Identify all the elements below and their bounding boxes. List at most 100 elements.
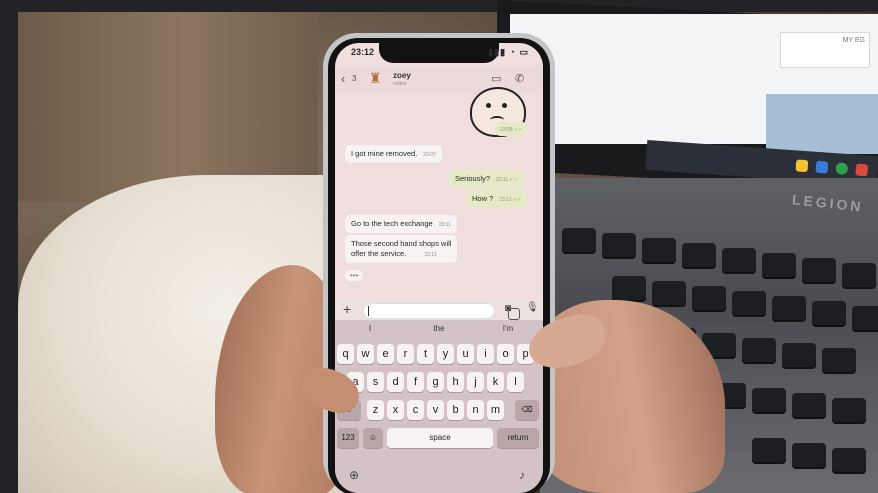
- key-y[interactable]: y: [437, 344, 454, 364]
- key-j[interactable]: j: [467, 372, 484, 392]
- return-key[interactable]: return: [497, 428, 539, 448]
- unread-count[interactable]: 3: [352, 74, 356, 83]
- laptop-key: [762, 253, 796, 279]
- laptop-key: [732, 291, 766, 317]
- background-wall: [18, 12, 318, 202]
- message-input[interactable]: [363, 303, 520, 320]
- laptop-key: [642, 238, 676, 264]
- laptop-key: [742, 338, 776, 364]
- laptop-key: [752, 388, 786, 414]
- key-m[interactable]: m: [487, 400, 504, 420]
- message-time: 23:07: [423, 152, 436, 158]
- phone-notch: [379, 43, 499, 63]
- message-bubble[interactable]: Those second hand shops will offer the s…: [345, 235, 458, 264]
- message-text: Seriously?: [455, 174, 491, 183]
- dictation-mic-icon[interactable]: ♪: [519, 468, 525, 482]
- attach-plus-icon[interactable]: +: [343, 301, 351, 317]
- laptop-key: [802, 258, 836, 284]
- contact-name[interactable]: zoey: [393, 71, 411, 80]
- key-l[interactable]: l: [507, 372, 524, 392]
- message-time: 23:08 ✓✓: [500, 127, 523, 133]
- message-composer: + ◙ 🎙︎: [335, 300, 543, 320]
- video-call-icon[interactable]: ▭: [491, 72, 501, 85]
- key-x[interactable]: x: [387, 400, 404, 420]
- phone-call-icon[interactable]: ✆: [515, 72, 524, 85]
- laptop-key: [812, 301, 846, 327]
- key-n[interactable]: n: [467, 400, 484, 420]
- laptop-key: [842, 263, 876, 289]
- laptop-key: [652, 281, 686, 307]
- laptop-key: [682, 243, 716, 269]
- message-bubble[interactable]: Seriously? 23:11 ✓✓: [449, 170, 524, 189]
- taskbar-app-icon: [855, 163, 869, 177]
- status-time: 23:12: [351, 47, 375, 57]
- laptop-key: [752, 438, 786, 464]
- laptop-key: [782, 343, 816, 369]
- microphone-icon[interactable]: 🎙︎: [526, 302, 539, 313]
- message-time: 23:11 ✓✓: [496, 177, 518, 183]
- taskbar-app-icon: [795, 159, 809, 173]
- photo-scene: MY EG LEGION 23:12 ▮▮▮ ◔ ▭ ‹ 3 ♜ zoey on…: [0, 0, 878, 493]
- message-bubble[interactable]: I got mine removed. 23:07: [345, 145, 442, 164]
- key-o[interactable]: o: [497, 344, 514, 364]
- message-time: 23:11 ✓✓: [499, 197, 522, 203]
- key-r[interactable]: r: [397, 344, 414, 364]
- taskbar-app-icon: [815, 160, 829, 174]
- laptop-key: [562, 228, 596, 254]
- laptop-field: MY EG: [780, 32, 870, 68]
- key-g[interactable]: g: [427, 372, 444, 392]
- message-text-line2: offer the service.: [351, 249, 407, 259]
- message-time: 23:11: [438, 222, 451, 228]
- key-q[interactable]: q: [337, 344, 354, 364]
- key-u[interactable]: u: [457, 344, 474, 364]
- message-bubble[interactable]: Go to the tech exchange 23:11: [345, 215, 457, 234]
- key-e[interactable]: e: [377, 344, 394, 364]
- key-f[interactable]: f: [407, 372, 424, 392]
- camera-icon[interactable]: ◙: [505, 303, 511, 314]
- frame-left: [0, 0, 18, 493]
- back-chevron-icon[interactable]: ‹: [341, 71, 345, 86]
- laptop-key: [792, 443, 826, 469]
- typing-indicator: •••: [345, 270, 364, 281]
- delete-backspace-icon[interactable]: ⌫: [515, 400, 539, 420]
- sticker-eye: [486, 103, 491, 108]
- key-d[interactable]: d: [387, 372, 404, 392]
- laptop-key: [832, 398, 866, 424]
- laptop-key: [772, 296, 806, 322]
- text-cursor: [368, 306, 369, 316]
- laptop-key: [852, 306, 878, 332]
- message-time: 23:12: [424, 252, 437, 259]
- key-k[interactable]: k: [487, 372, 504, 392]
- space-key[interactable]: space: [387, 428, 493, 448]
- message-bubble[interactable]: 23:08 ✓✓: [495, 122, 528, 137]
- laptop-key: [692, 286, 726, 312]
- contact-status: online: [393, 81, 407, 87]
- laptop-key: [722, 248, 756, 274]
- suggestion-2[interactable]: the: [409, 324, 469, 333]
- laptop-key: [602, 233, 636, 259]
- status-icons: ▮▮▮ ◔ ▭: [488, 47, 529, 57]
- emoji-icon[interactable]: ☺: [363, 428, 383, 448]
- key-v[interactable]: v: [427, 400, 444, 420]
- key-i[interactable]: i: [477, 344, 494, 364]
- key-h[interactable]: h: [447, 372, 464, 392]
- globe-icon[interactable]: ⊕: [349, 468, 359, 482]
- frame-top: [0, 0, 878, 12]
- number-toggle-key[interactable]: 123: [337, 428, 359, 448]
- laptop-key: [612, 276, 646, 302]
- message-bubble[interactable]: How ? 23:11 ✓✓: [466, 190, 528, 209]
- key-t[interactable]: t: [417, 344, 434, 364]
- suggestion-3[interactable]: I'm: [478, 324, 538, 333]
- key-z[interactable]: z: [367, 400, 384, 420]
- key-b[interactable]: b: [447, 400, 464, 420]
- sticker-eye: [502, 103, 507, 108]
- laptop-key: [822, 348, 856, 374]
- message-list[interactable]: 23:08 ✓✓ I got mine removed. 23:07 Seriou…: [335, 87, 543, 300]
- avatar[interactable]: ♜: [369, 70, 385, 88]
- suggestion-1[interactable]: I: [340, 324, 400, 333]
- taskbar-app-icon: [835, 162, 849, 175]
- key-w[interactable]: w: [357, 344, 374, 364]
- key-c[interactable]: c: [407, 400, 424, 420]
- key-s[interactable]: s: [367, 372, 384, 392]
- message-text: How ?: [472, 194, 494, 203]
